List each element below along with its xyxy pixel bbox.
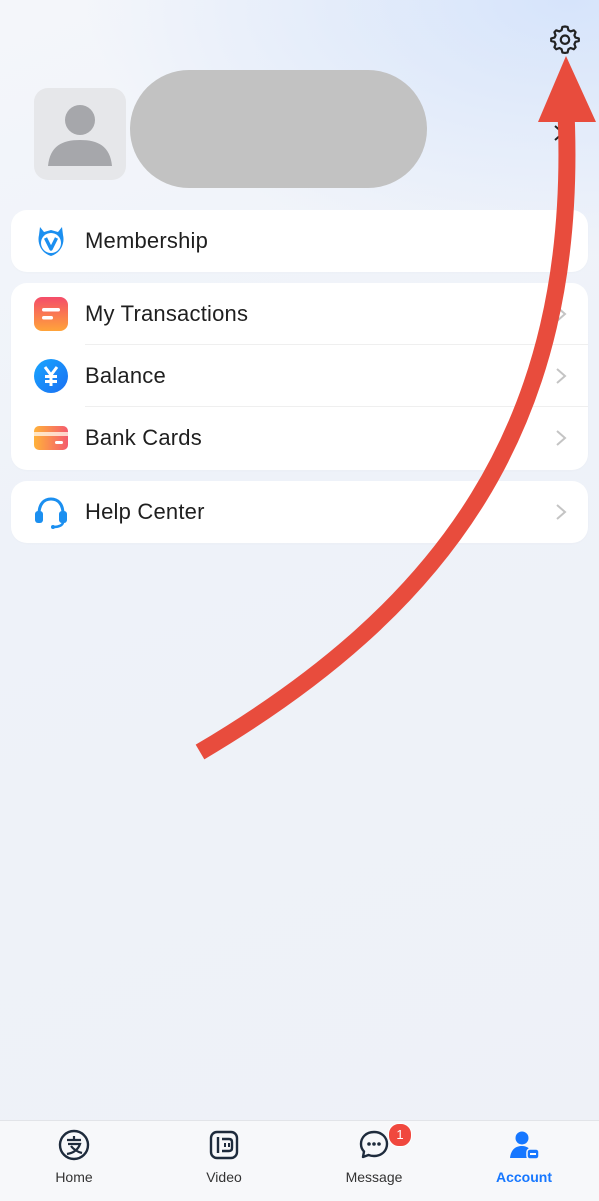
help-center-label: Help Center xyxy=(85,499,205,524)
tab-message[interactable]: 1 Message xyxy=(314,1121,434,1201)
alipay-logo-icon xyxy=(58,1129,90,1161)
balance-label: Balance xyxy=(85,363,166,388)
account-person-icon xyxy=(510,1131,540,1160)
my-transactions-row[interactable]: My Transactions xyxy=(11,283,588,345)
person-silhouette-icon xyxy=(48,105,112,166)
tab-video[interactable]: Video xyxy=(164,1121,284,1201)
chevron-right-icon[interactable] xyxy=(552,124,566,142)
tab-video-label: Video xyxy=(206,1169,242,1185)
avatar[interactable] xyxy=(34,88,126,180)
tab-account-label: Account xyxy=(496,1169,552,1185)
chevron-right-icon xyxy=(556,504,567,520)
chevron-right-icon xyxy=(556,306,567,322)
tab-home-label: Home xyxy=(55,1169,93,1185)
bank-card-icon xyxy=(34,426,68,450)
gear-icon xyxy=(550,25,580,54)
chevron-right-icon xyxy=(556,430,567,446)
chevron-right-icon xyxy=(556,368,567,384)
bottom-tab-bar: Home Video 1 Message Account xyxy=(0,1120,599,1201)
membership-row[interactable]: Membership xyxy=(11,210,588,272)
transactions-icon xyxy=(34,297,68,331)
headset-icon xyxy=(35,497,67,529)
message-badge: 1 xyxy=(388,1123,412,1147)
yuan-coin-icon xyxy=(34,359,68,393)
membership-label: Membership xyxy=(85,228,209,253)
video-icon xyxy=(209,1130,239,1160)
balance-row[interactable]: Balance xyxy=(11,345,588,407)
membership-shield-icon xyxy=(38,227,64,256)
settings-button[interactable] xyxy=(546,20,584,58)
tab-message-label: Message xyxy=(345,1169,403,1185)
finance-card: My Transactions Balance Bank Cards xyxy=(11,283,588,470)
help-card: Help Center xyxy=(11,481,588,543)
tab-account[interactable]: Account xyxy=(464,1121,584,1201)
help-center-row[interactable]: Help Center xyxy=(11,481,588,543)
my-transactions-label: My Transactions xyxy=(85,301,249,326)
profile-name-redacted[interactable] xyxy=(130,70,427,188)
membership-card: Membership xyxy=(11,210,588,272)
tab-home[interactable]: Home xyxy=(14,1121,134,1201)
bank-cards-row[interactable]: Bank Cards xyxy=(11,407,588,469)
chat-bubble-icon xyxy=(359,1130,389,1159)
bank-cards-label: Bank Cards xyxy=(85,425,202,450)
